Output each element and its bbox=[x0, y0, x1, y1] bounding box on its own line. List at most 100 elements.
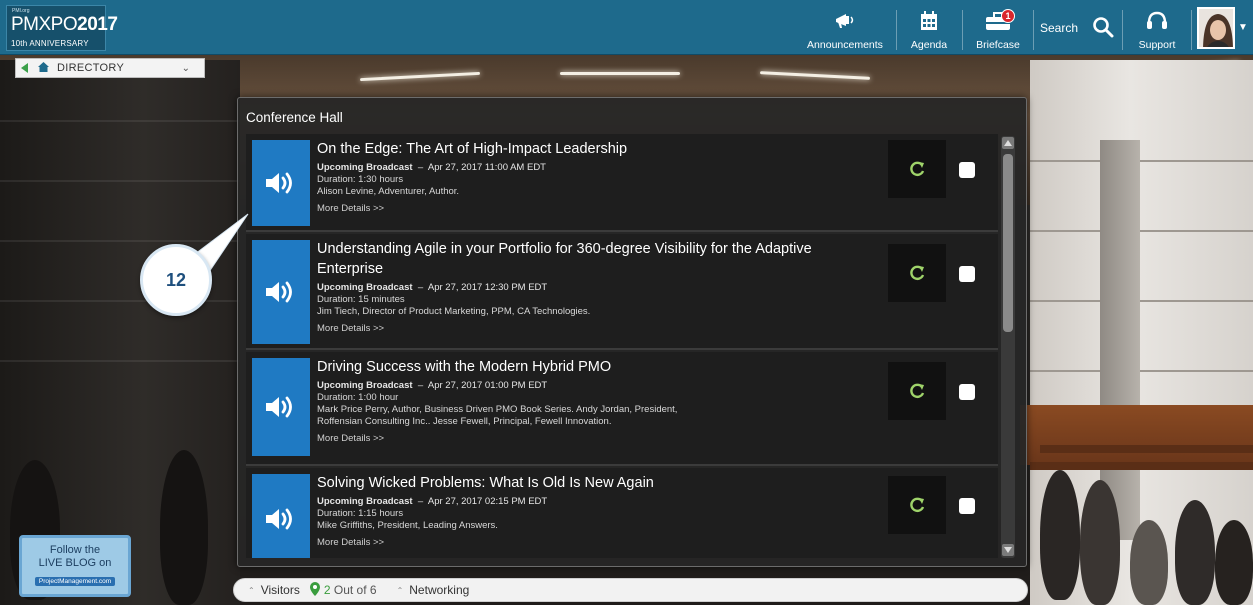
home-icon[interactable] bbox=[38, 61, 49, 75]
nav-divider bbox=[896, 10, 897, 50]
visitor-count-text: Out of 6 bbox=[333, 583, 377, 597]
session-checkbox[interactable] bbox=[959, 498, 975, 514]
logo-title: PMXPO2017 bbox=[11, 14, 118, 36]
add-to-briefcase-button[interactable] bbox=[888, 476, 946, 534]
audience-silhouette bbox=[1130, 520, 1168, 605]
session-card: Understanding Agile in your Portfolio fo… bbox=[246, 234, 998, 350]
location-pin-icon bbox=[309, 581, 320, 599]
session-datetime: Apr 27, 2017 01:00 PM EDT bbox=[427, 380, 548, 391]
panel-title: Conference Hall bbox=[246, 110, 343, 125]
session-schedule: Upcoming Broadcast – Apr 27, 2017 02:15 … bbox=[317, 496, 548, 507]
audience-silhouette bbox=[160, 450, 208, 605]
bottom-status-bar: ⌃ Visitors 2 Out of 6 ⌃ Networking bbox=[233, 578, 1028, 602]
session-schedule: Upcoming Broadcast – Apr 27, 2017 12:30 … bbox=[317, 282, 548, 293]
stage-floor bbox=[1020, 405, 1253, 465]
scroll-down-arrow-icon[interactable] bbox=[1002, 544, 1014, 556]
nav-announcements-label: Announcements bbox=[807, 39, 883, 51]
directory-dropdown[interactable]: DIRECTORY ⌄ bbox=[15, 58, 205, 78]
session-duration: Duration: 15 minutes bbox=[317, 294, 405, 305]
session-status: Upcoming Broadcast bbox=[317, 282, 413, 293]
more-details-link[interactable]: More Details >> bbox=[317, 322, 877, 335]
session-duration: Duration: 1:15 hours bbox=[317, 508, 404, 519]
megaphone-icon bbox=[834, 11, 856, 34]
speaker-icon bbox=[266, 172, 292, 194]
speaker-icon bbox=[266, 281, 292, 303]
session-card: On the Edge: The Art of High-Impact Lead… bbox=[246, 134, 998, 232]
session-title[interactable]: Solving Wicked Problems: What Is Old Is … bbox=[317, 473, 877, 493]
speaker-icon bbox=[266, 508, 292, 530]
session-speakers: Mike Griffiths, President, Leading Answe… bbox=[317, 520, 498, 531]
chevron-up-icon: ⌃ bbox=[396, 585, 404, 595]
calendar-icon bbox=[920, 11, 938, 34]
pmxpo-logo[interactable]: PMI.org PMXPO2017 10th ANNIVERSARY bbox=[6, 5, 118, 51]
session-card: Driving Success with the Modern Hybrid P… bbox=[246, 352, 998, 466]
nav-agenda[interactable]: Agenda bbox=[900, 0, 958, 55]
nav-search-label: Search bbox=[1040, 21, 1079, 35]
session-list-scrollbar[interactable] bbox=[1001, 136, 1015, 558]
session-title[interactable]: Driving Success with the Modern Hybrid P… bbox=[317, 357, 877, 377]
session-duration: Duration: 1:30 hours bbox=[317, 174, 404, 185]
audio-play-button[interactable] bbox=[252, 140, 310, 226]
more-details-link[interactable]: More Details >> bbox=[317, 432, 877, 445]
session-duration: Duration: 1:00 hour bbox=[317, 392, 399, 403]
chevron-up-icon: ⌃ bbox=[248, 585, 255, 595]
visitor-count-number: 2 bbox=[323, 583, 331, 597]
wall-column bbox=[1100, 140, 1140, 540]
audience-silhouette bbox=[1040, 470, 1080, 600]
scrollbar-thumb[interactable] bbox=[1003, 154, 1013, 332]
audience-silhouette bbox=[1175, 500, 1215, 605]
add-to-briefcase-button[interactable] bbox=[888, 140, 946, 198]
logo-title-a: PMXPO bbox=[11, 14, 78, 35]
audio-play-button[interactable] bbox=[252, 240, 310, 344]
scroll-up-arrow-icon[interactable] bbox=[1002, 137, 1014, 149]
blog-url: ProjectManagement.com bbox=[34, 577, 116, 586]
user-avatar[interactable] bbox=[1197, 7, 1235, 49]
live-blog-badge[interactable]: Follow the LIVE BLOG on ProjectManagemen… bbox=[19, 535, 131, 597]
audience-silhouette bbox=[1215, 520, 1253, 605]
session-card: Solving Wicked Problems: What Is Old Is … bbox=[246, 468, 998, 558]
nav-search[interactable]: Search bbox=[1036, 0, 1118, 55]
session-checkbox[interactable] bbox=[959, 384, 975, 400]
session-schedule: Upcoming Broadcast – Apr 27, 2017 11:00 … bbox=[317, 162, 546, 173]
session-details: Solving Wicked Problems: What Is Old Is … bbox=[317, 473, 877, 549]
nav-announcements[interactable]: Announcements bbox=[796, 0, 894, 55]
chevron-down-icon: ⌄ bbox=[181, 62, 190, 74]
nav-divider bbox=[962, 10, 963, 50]
visitors-toggle[interactable]: ⌃ Visitors bbox=[248, 583, 300, 597]
session-title[interactable]: Understanding Agile in your Portfolio fo… bbox=[317, 239, 877, 279]
nav-briefcase[interactable]: 1 Briefcase bbox=[966, 0, 1030, 55]
visitors-label: Visitors bbox=[260, 583, 300, 597]
session-datetime: Apr 27, 2017 02:15 PM EDT bbox=[427, 496, 548, 507]
blog-line-2: LIVE BLOG on bbox=[38, 557, 112, 569]
session-checkbox[interactable] bbox=[959, 162, 975, 178]
step-number-callout: 12 bbox=[140, 244, 212, 316]
session-checkbox[interactable] bbox=[959, 266, 975, 282]
networking-toggle[interactable]: ⌃ Networking bbox=[397, 583, 470, 597]
refresh-icon bbox=[910, 161, 925, 177]
add-to-briefcase-button[interactable] bbox=[888, 244, 946, 302]
session-list: On the Edge: The Art of High-Impact Lead… bbox=[246, 134, 998, 558]
more-details-link[interactable]: More Details >> bbox=[317, 536, 877, 549]
back-arrow-icon[interactable] bbox=[21, 63, 28, 73]
add-to-briefcase-button[interactable] bbox=[888, 362, 946, 420]
conference-hall-panel: Conference Hall On the Edge: The Art of … bbox=[237, 97, 1027, 567]
session-schedule: Upcoming Broadcast – Apr 27, 2017 01:00 … bbox=[317, 380, 548, 391]
nav-support[interactable]: Support bbox=[1126, 0, 1188, 55]
session-datetime: Apr 27, 2017 12:30 PM EDT bbox=[427, 282, 548, 293]
audio-play-button[interactable] bbox=[252, 358, 310, 456]
logo-title-b: 2017 bbox=[77, 14, 118, 35]
networking-label: Networking bbox=[409, 583, 470, 597]
nav-divider bbox=[1191, 10, 1192, 50]
more-details-link[interactable]: More Details >> bbox=[317, 202, 877, 215]
wall-panel-line bbox=[1030, 370, 1253, 372]
nav-agenda-label: Agenda bbox=[910, 39, 948, 51]
session-status: Upcoming Broadcast bbox=[317, 496, 413, 507]
audio-play-button[interactable] bbox=[252, 474, 310, 558]
wall-panel-line bbox=[1030, 230, 1253, 232]
top-navigation-bar: PMI.org PMXPO2017 10th ANNIVERSARY Annou… bbox=[0, 0, 1253, 55]
blog-line-1: Follow the bbox=[49, 544, 101, 556]
session-datetime: Apr 27, 2017 11:00 AM EDT bbox=[427, 162, 546, 173]
directory-label: DIRECTORY bbox=[57, 62, 125, 74]
session-title[interactable]: On the Edge: The Art of High-Impact Lead… bbox=[317, 139, 877, 159]
chevron-down-icon[interactable]: ▼ bbox=[1238, 22, 1248, 33]
